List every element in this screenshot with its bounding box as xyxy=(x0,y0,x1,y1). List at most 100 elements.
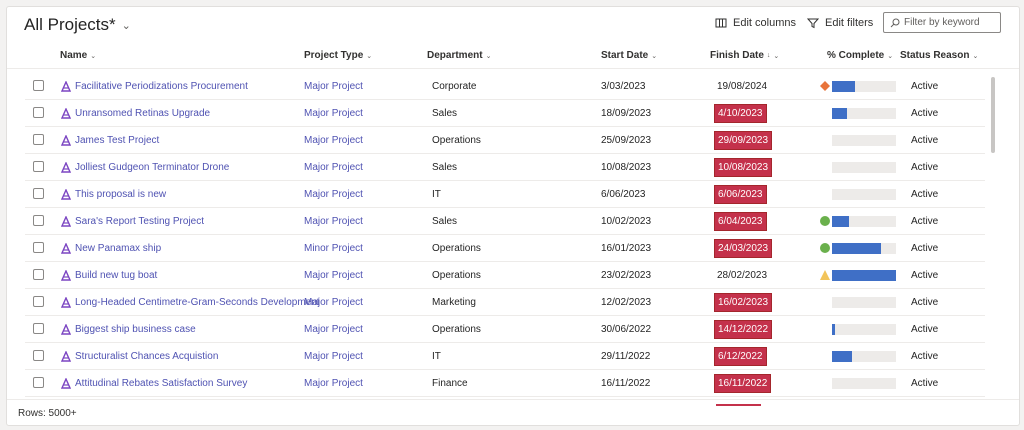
project-name-link[interactable]: Build new tug boat xyxy=(75,270,157,281)
name-cell[interactable]: New Panamax ship xyxy=(61,235,161,261)
name-cell[interactable]: Long-Headed Centimetre-Gram-Seconds Deve… xyxy=(61,289,320,315)
finish-date-value: 19/08/2024 xyxy=(717,80,768,92)
finish-date-cell: 4/10/2023 xyxy=(714,100,767,126)
name-cell[interactable]: Facilitative Periodizations Procurement xyxy=(61,73,248,99)
table-row[interactable]: This proposal is new Major Project IT 6/06/… xyxy=(25,181,985,208)
edit-filters-button[interactable]: Edit filters xyxy=(807,17,873,29)
chevron-down-icon: ⌄ xyxy=(485,52,492,60)
table-row[interactable]: Jolliest Gudgeon Terminator Drone Major P… xyxy=(25,154,985,181)
table-row[interactable]: Structuralist Chances Acquistion Major Pr… xyxy=(25,343,985,370)
project-name-link[interactable]: Unransomed Retinas Upgrade xyxy=(75,108,210,119)
project-type-link[interactable]: Major Project xyxy=(304,100,363,126)
row-select-checkbox[interactable] xyxy=(33,377,44,388)
row-select-checkbox[interactable] xyxy=(33,350,44,361)
percent-complete-cell xyxy=(832,316,902,342)
project-type-link[interactable]: Major Project xyxy=(304,208,363,234)
project-name-link[interactable]: Facilitative Periodizations Procurement xyxy=(75,81,248,92)
department-cell: Operations xyxy=(432,134,481,146)
project-type-link[interactable]: Major Project xyxy=(304,289,363,315)
vertical-scrollbar[interactable] xyxy=(991,77,995,153)
department-cell: IT xyxy=(432,350,441,362)
keyword-filter-input[interactable] xyxy=(904,17,996,28)
name-cell[interactable]: Sara's Report Testing Project xyxy=(61,208,204,234)
column-header-status-reason[interactable]: Status Reason ⌄ xyxy=(900,50,978,61)
name-cell[interactable]: Attitudinal Rebates Satisfaction Survey xyxy=(61,370,247,396)
row-count: Rows: 5000+ xyxy=(18,408,77,419)
project-type-link[interactable]: Major Project xyxy=(304,343,363,369)
project-icon xyxy=(61,269,71,281)
name-cell[interactable]: Structuralist Chances Acquistion xyxy=(61,343,218,369)
table-row[interactable]: Attitudinal Rebates Satisfaction Survey M… xyxy=(25,370,985,397)
finish-date-cell: 29/09/2023 xyxy=(714,127,773,153)
column-header-label: Department xyxy=(427,50,483,61)
view-selector[interactable]: All Projects* ⌄ xyxy=(24,15,131,35)
start-date-cell: 10/08/2023 xyxy=(601,161,652,173)
status-reason-cell: Active xyxy=(911,134,939,146)
project-name-link[interactable]: This proposal is new xyxy=(75,189,166,200)
progress-fill xyxy=(832,270,896,281)
column-header-percent-complete[interactable]: % Complete ⌄ xyxy=(827,50,893,61)
status-reason-cell: Active xyxy=(911,269,939,281)
projects-grid-panel: All Projects* ⌄ Edit columns Edit filter… xyxy=(6,6,1020,426)
row-select-checkbox[interactable] xyxy=(33,296,44,307)
project-icon xyxy=(61,350,71,362)
percent-complete-cell xyxy=(832,370,902,396)
row-select-checkbox[interactable] xyxy=(33,242,44,253)
column-header-department[interactable]: Department ⌄ xyxy=(427,50,491,61)
name-cell[interactable]: Build new tug boat xyxy=(61,262,157,288)
table-row[interactable]: Long-Headed Centimetre-Gram-Seconds Deve… xyxy=(25,289,985,316)
project-name-link[interactable]: Attitudinal Rebates Satisfaction Survey xyxy=(75,378,247,389)
project-type-link[interactable]: Major Project xyxy=(304,154,363,180)
percent-complete-cell xyxy=(832,127,902,153)
project-name-link[interactable]: Long-Headed Centimetre-Gram-Seconds Deve… xyxy=(75,297,320,308)
row-select-checkbox[interactable] xyxy=(33,323,44,334)
name-cell[interactable]: Biggest ship business case xyxy=(61,316,196,342)
row-select-checkbox[interactable] xyxy=(33,107,44,118)
finish-date-value: 4/10/2023 xyxy=(714,103,767,123)
table-row[interactable]: Biggest ship business case Major Project O… xyxy=(25,316,985,343)
column-header-finish-date[interactable]: Finish Date ↓ ⌄ xyxy=(710,50,779,61)
project-type-link[interactable]: Major Project xyxy=(304,181,363,207)
project-type-link[interactable]: Major Project xyxy=(304,316,363,342)
project-type-link[interactable]: Major Project xyxy=(304,262,363,288)
project-type-link[interactable]: Major Project xyxy=(304,370,363,396)
name-cell[interactable]: Jolliest Gudgeon Terminator Drone xyxy=(61,154,229,180)
name-cell[interactable]: Unransomed Retinas Upgrade xyxy=(61,100,210,126)
column-header-label: Name xyxy=(60,50,88,61)
name-cell[interactable]: James Test Project xyxy=(61,127,159,153)
green-circle-icon xyxy=(820,216,830,226)
project-type-link[interactable]: Minor Project xyxy=(304,235,363,261)
row-select-checkbox[interactable] xyxy=(33,134,44,145)
row-select-checkbox[interactable] xyxy=(33,80,44,91)
row-select-checkbox[interactable] xyxy=(33,269,44,280)
start-date-cell: 30/06/2022 xyxy=(601,323,652,335)
project-type-link[interactable]: Major Project xyxy=(304,127,363,153)
project-name-link[interactable]: Sara's Report Testing Project xyxy=(75,216,204,227)
row-select-checkbox[interactable] xyxy=(33,188,44,199)
status-reason-cell: Active xyxy=(911,161,939,173)
project-name-link[interactable]: New Panamax ship xyxy=(75,243,161,254)
chevron-down-icon: ⌄ xyxy=(887,52,894,60)
project-name-link[interactable]: Structuralist Chances Acquistion xyxy=(75,351,218,362)
project-icon xyxy=(61,80,71,92)
progress-bar xyxy=(832,270,896,281)
table-row[interactable]: New Panamax ship Minor Project Operations 1… xyxy=(25,235,985,262)
table-row[interactable]: Unransomed Retinas Upgrade Major Project S… xyxy=(25,100,985,127)
column-header-project-type[interactable]: Project Type ⌄ xyxy=(304,50,372,61)
table-row[interactable]: Build new tug boat Major Project Operation… xyxy=(25,262,985,289)
project-name-link[interactable]: James Test Project xyxy=(75,135,159,146)
project-name-link[interactable]: Jolliest Gudgeon Terminator Drone xyxy=(75,162,229,173)
column-header-start-date[interactable]: Start Date ⌄ xyxy=(601,50,657,61)
row-select-checkbox[interactable] xyxy=(33,161,44,172)
keyword-filter-box[interactable] xyxy=(883,12,1001,33)
table-row[interactable]: Sara's Report Testing Project Major Proje… xyxy=(25,208,985,235)
name-cell[interactable]: This proposal is new xyxy=(61,181,166,207)
table-row[interactable]: Facilitative Periodizations Procurement M… xyxy=(25,73,985,100)
finish-date-cell: 16/11/2022 xyxy=(714,370,772,396)
edit-columns-button[interactable]: Edit columns xyxy=(715,17,796,29)
project-name-link[interactable]: Biggest ship business case xyxy=(75,324,196,335)
table-row[interactable]: James Test Project Major Project Operation… xyxy=(25,127,985,154)
row-select-checkbox[interactable] xyxy=(33,215,44,226)
project-type-link[interactable]: Major Project xyxy=(304,73,363,99)
column-header-name[interactable]: Name ⌄ xyxy=(60,50,96,61)
